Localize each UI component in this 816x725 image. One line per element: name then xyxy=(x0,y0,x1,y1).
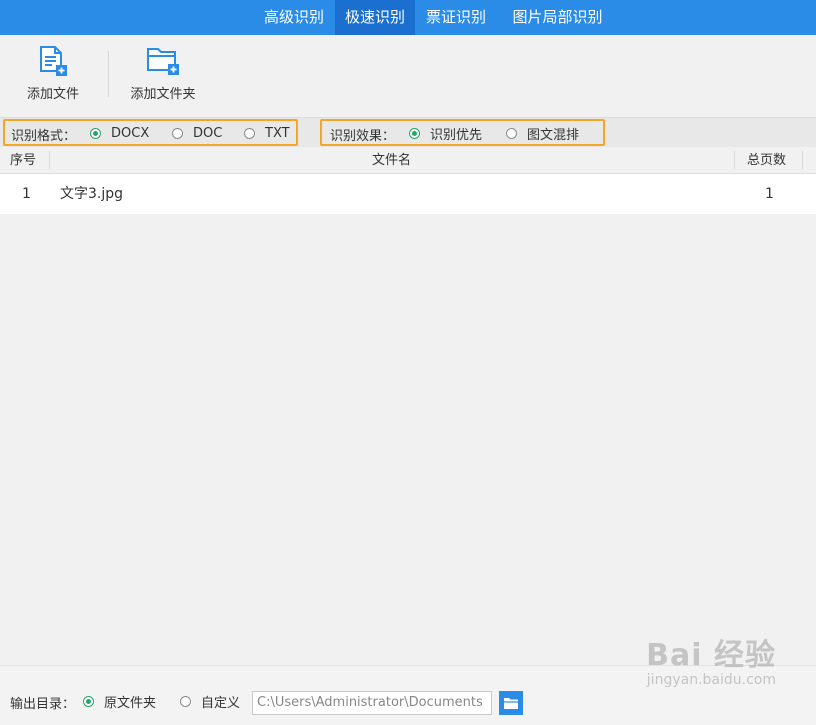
format-label: 识别格式： xyxy=(11,129,77,144)
radio-checked-icon xyxy=(83,695,94,707)
effect-radio-text-first[interactable]: 识别优先 xyxy=(409,124,483,143)
add-folder-button[interactable]: 添加文件夹 xyxy=(126,45,200,102)
output-source-folder-label: 原文件夹 xyxy=(104,695,157,711)
effect-radio-mixed-layout[interactable]: 图文混排 xyxy=(506,124,580,143)
radio-unchecked-icon xyxy=(172,127,183,139)
tab-fast-ocr[interactable]: 极速识别 xyxy=(335,0,415,35)
add-file-label: 添加文件 xyxy=(26,87,79,102)
radio-unchecked-icon xyxy=(180,695,191,707)
baidu-jingyan-watermark: Bai 经验 jingyan.baidu.com xyxy=(646,630,776,688)
format-radio-docx[interactable]: DOCX xyxy=(90,124,149,142)
column-divider[interactable] xyxy=(734,151,735,169)
watermark-site: jingyan.baidu.com xyxy=(646,672,776,688)
effect-group: 识别效果： 识别优先 图文混排 xyxy=(320,119,605,146)
format-txt-label: TXT xyxy=(265,125,290,141)
format-docx-label: DOCX xyxy=(111,125,150,141)
output-label: 输出目录： xyxy=(10,697,76,712)
format-radio-txt[interactable]: TXT xyxy=(244,124,290,142)
column-header-filename[interactable]: 文件名 xyxy=(49,147,734,174)
table-row[interactable]: 1 文字3.jpg 1 xyxy=(0,174,816,214)
add-folder-label: 添加文件夹 xyxy=(130,87,196,102)
options-bar: 识别格式： DOCX DOC TXT 识别效果： 识别优先 图文混排 xyxy=(0,117,816,147)
effect-mixed-layout-label: 图文混排 xyxy=(527,127,580,143)
tab-ticket-ocr[interactable]: 票证识别 xyxy=(416,0,496,35)
radio-checked-icon xyxy=(409,127,420,139)
top-tab-bar: 高级识别 极速识别 票证识别 图片局部识别 xyxy=(0,0,816,35)
format-doc-label: DOC xyxy=(193,125,223,141)
add-file-button[interactable]: 添加文件 xyxy=(22,45,84,102)
toolbar: 添加文件 添加文件夹 xyxy=(0,35,816,117)
format-group: 识别格式： DOCX DOC TXT xyxy=(3,119,298,146)
effect-label: 识别效果： xyxy=(330,129,396,144)
browse-folder-button[interactable] xyxy=(499,691,523,715)
radio-unchecked-icon xyxy=(506,127,517,139)
output-radio-custom[interactable]: 自定义 xyxy=(180,692,241,711)
row-pages: 1 xyxy=(765,186,774,202)
output-custom-label: 自定义 xyxy=(201,695,241,711)
folder-icon xyxy=(504,698,518,709)
effect-text-first-label: 识别优先 xyxy=(430,127,483,143)
column-header-index[interactable]: 序号 xyxy=(10,147,36,174)
format-radio-doc[interactable]: DOC xyxy=(172,124,222,142)
column-divider[interactable] xyxy=(802,151,803,169)
row-index: 1 xyxy=(22,186,31,202)
add-folder-icon xyxy=(147,48,179,75)
radio-checked-icon xyxy=(90,127,101,139)
watermark-logo: Bai 经验 xyxy=(646,638,776,673)
output-path-field[interactable]: C:\Users\Administrator\Documents xyxy=(252,691,492,715)
output-radio-source-folder[interactable]: 原文件夹 xyxy=(83,692,157,711)
tab-partial-image-ocr[interactable]: 图片局部识别 xyxy=(500,0,615,35)
tab-advanced-ocr[interactable]: 高级识别 xyxy=(254,0,334,35)
row-filename: 文字3.jpg xyxy=(60,186,124,202)
add-file-icon xyxy=(40,46,67,76)
table-header: 序号 文件名 总页数 xyxy=(0,147,816,174)
toolbar-divider xyxy=(108,51,109,97)
radio-unchecked-icon xyxy=(244,127,255,139)
column-header-pages[interactable]: 总页数 xyxy=(747,147,786,174)
